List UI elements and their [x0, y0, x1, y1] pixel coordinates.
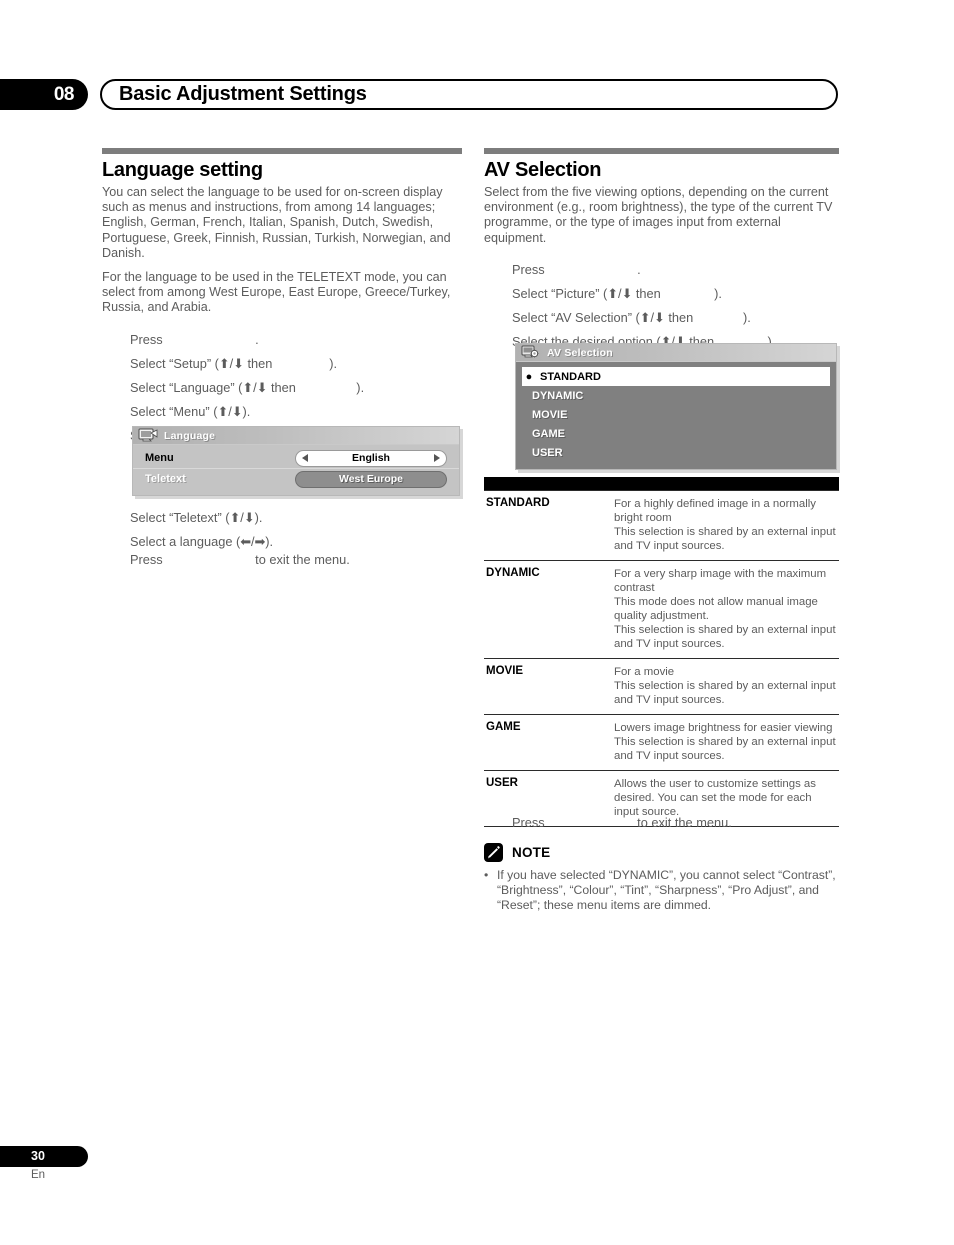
- pencil-note-icon: [484, 843, 503, 862]
- av-description-table: STANDARD For a highly defined image in a…: [484, 477, 839, 827]
- osd-av-item-label: GAME: [532, 427, 565, 440]
- step-item: Select “AV Selection” (⬆/⬇ then ).: [512, 309, 751, 325]
- table-header-cell: [484, 477, 839, 491]
- page-title: Basic Adjustment Settings: [119, 83, 367, 105]
- note-item: If you have selected “DYNAMIC”, you cann…: [484, 868, 844, 913]
- section-title-av-selection: AV Selection: [484, 159, 602, 181]
- osd-row-menu-value-text: English: [352, 452, 390, 464]
- osd-av-item-label: MOVIE: [532, 408, 568, 421]
- osd-language-menu: Language Menu English Teletext West Euro…: [132, 426, 460, 496]
- osd-row-menu[interactable]: Menu English: [133, 448, 459, 468]
- left-arrow-icon[interactable]: [302, 454, 308, 462]
- step-item: Select “Setup” (⬆/⬇ then ).: [130, 355, 338, 371]
- section-rule-right: [484, 148, 839, 154]
- osd-row-menu-label: Menu: [145, 452, 174, 464]
- osd-row-menu-value[interactable]: English: [295, 449, 447, 467]
- osd-av-item-label: USER: [532, 446, 563, 459]
- step-item: Press .: [512, 261, 641, 277]
- table-cell-term: DYNAMIC: [484, 560, 614, 659]
- definition-text: For a movie This selection is shared by …: [614, 666, 836, 706]
- step-item: Select “Menu” (⬆/⬇).: [130, 403, 251, 419]
- section-rule-left: [102, 148, 462, 154]
- osd-row-teletext-value-text: West Europe: [339, 473, 403, 485]
- table-row: GAME Lowers image brightness for easier …: [484, 714, 839, 771]
- chapter-number-badge: 08: [0, 79, 88, 110]
- section-title-language-setting: Language setting: [102, 159, 263, 181]
- table-cell-definition: Lowers image brightness for easier viewi…: [614, 714, 839, 771]
- definition-text: Allows the user to customize settings as…: [614, 778, 816, 818]
- osd-language-titlebar: Language: [133, 427, 459, 445]
- osd-av-item-game[interactable]: GAME: [522, 424, 830, 443]
- step-item: Select “Teletext” (⬆/⬇).: [130, 510, 263, 525]
- osd-language-title: Language: [164, 429, 216, 442]
- page-number-badge: 30: [0, 1146, 88, 1167]
- table-row: STANDARD For a highly defined image in a…: [484, 490, 839, 561]
- osd-row-teletext-value[interactable]: West Europe: [295, 470, 447, 488]
- osd-av-item-dynamic[interactable]: DYNAMIC: [522, 386, 830, 405]
- table-cell-definition: For a very sharp image with the maximum …: [614, 560, 839, 659]
- intro-paragraph-2: For the language to be used in the TELET…: [102, 270, 451, 315]
- definition-text: For a highly defined image in a normally…: [614, 498, 836, 552]
- table-row: MOVIE For a movie This selection is shar…: [484, 658, 839, 715]
- osd-av-item-label: STANDARD: [540, 370, 601, 383]
- osd-av-titlebar: AV Selection: [516, 344, 836, 362]
- definition-text: For a very sharp image with the maximum …: [614, 568, 836, 650]
- exit-instruction-right: Press to exit the menu.: [512, 815, 732, 830]
- osd-language-body: Menu English Teletext West Europe: [133, 445, 459, 495]
- table-cell-definition: For a movie This selection is shared by …: [614, 658, 839, 715]
- step-item: Select a language (⬅/➡).: [130, 534, 274, 549]
- tv-gear-icon: [521, 345, 541, 360]
- intro-paragraph-1: You can select the language to be used f…: [102, 185, 451, 260]
- table-cell-term: STANDARD: [484, 490, 614, 561]
- table-cell-term: MOVIE: [484, 658, 614, 715]
- osd-av-body: ● STANDARD DYNAMIC MOVIE GAME USER: [516, 362, 836, 469]
- left-column: Language setting You can select the lang…: [102, 148, 462, 452]
- osd-av-selection-menu: AV Selection ● STANDARD DYNAMIC MOVIE GA…: [515, 343, 837, 470]
- table-cell-term: GAME: [484, 714, 614, 771]
- osd-row-teletext-label: Teletext: [145, 473, 186, 485]
- note-label: NOTE: [512, 845, 551, 860]
- note-header: NOTE: [484, 843, 844, 862]
- definition-text: Lowers image brightness for easier viewi…: [614, 722, 836, 762]
- note-block: NOTE If you have selected “DYNAMIC”, you…: [484, 843, 844, 913]
- right-column: AV Selection Select from the five viewin…: [484, 148, 844, 358]
- chapter-title-pill: Basic Adjustment Settings: [100, 79, 838, 110]
- step-list-av: Press . Select “Picture” (⬆/⬇ then ). Se…: [484, 262, 844, 349]
- note-list: If you have selected “DYNAMIC”, you cann…: [484, 868, 844, 913]
- table-cell-definition: For a highly defined image in a normally…: [614, 490, 839, 561]
- av-intro-paragraph: Select from the five viewing options, de…: [484, 185, 833, 245]
- osd-av-item-standard[interactable]: ● STANDARD: [522, 367, 830, 386]
- step-list-teletext: Select “Teletext” (⬆/⬇). Select a langua…: [102, 510, 462, 549]
- left-column-steps-after: Select “Teletext” (⬆/⬇). Select a langua…: [102, 510, 462, 558]
- step-item: Select “Picture” (⬆/⬇ then ).: [512, 285, 722, 301]
- osd-av-item-user[interactable]: USER: [522, 443, 830, 462]
- osd-row-teletext[interactable]: Teletext West Europe: [133, 468, 459, 489]
- step-item: Select “Language” (⬆/⬇ then ).: [130, 379, 365, 395]
- tv-monitor-icon: [138, 428, 158, 443]
- exit-instruction-left: Press to exit the menu.: [130, 552, 350, 567]
- table-row: DYNAMIC For a very sharp image with the …: [484, 560, 839, 659]
- step-item: Press .: [130, 331, 259, 347]
- right-arrow-icon[interactable]: [434, 454, 440, 462]
- osd-av-title: AV Selection: [547, 346, 613, 359]
- table-header-row: [484, 477, 839, 491]
- radio-selected-icon: ●: [525, 370, 533, 383]
- osd-av-item-movie[interactable]: MOVIE: [522, 405, 830, 424]
- osd-av-item-label: DYNAMIC: [532, 389, 584, 402]
- chapter-header: 08 Basic Adjustment Settings: [0, 79, 838, 110]
- footer-language-code: En: [30, 1169, 46, 1181]
